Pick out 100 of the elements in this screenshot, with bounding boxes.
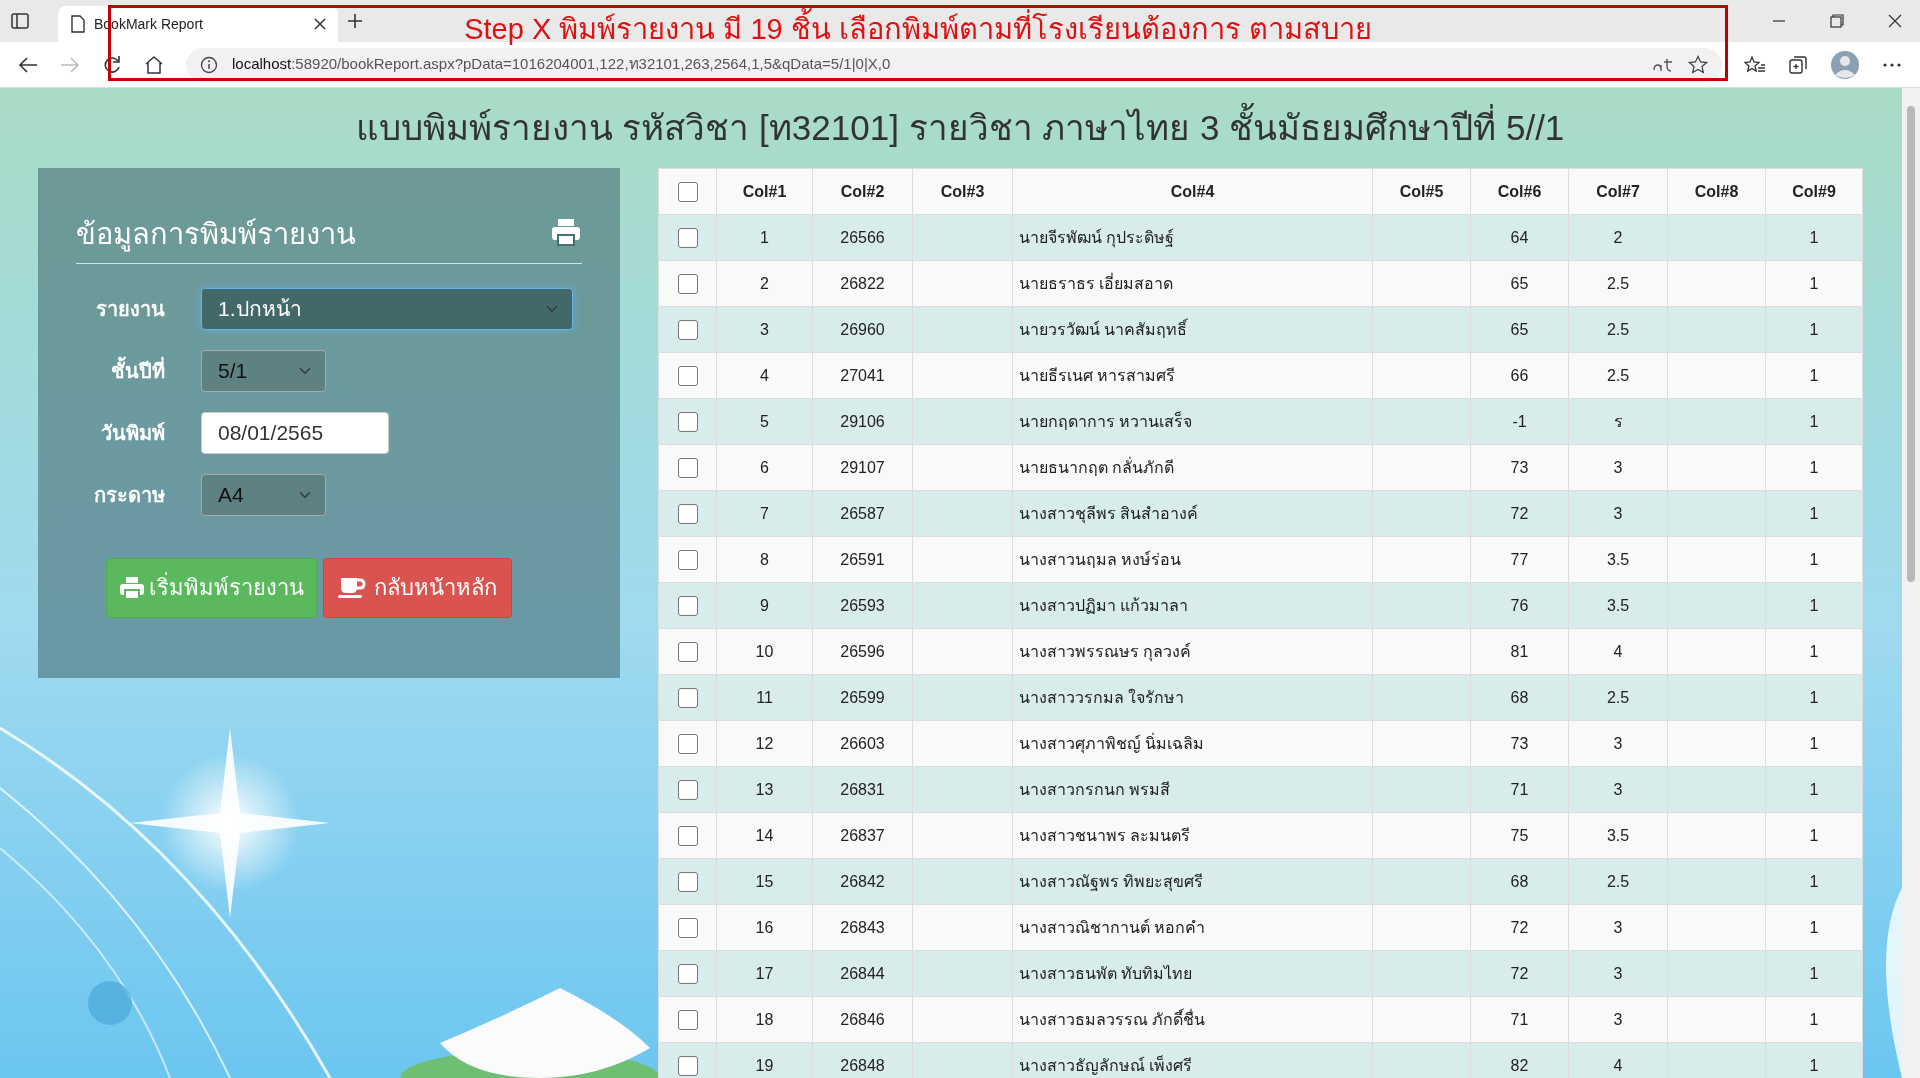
row-checkbox[interactable] — [677, 412, 698, 433]
table-cell: นางสาวพรรณษร กุลวงค์ — [1019, 642, 1192, 660]
table-cell: 26599 — [840, 688, 885, 706]
table-cell: 26596 — [840, 642, 885, 660]
back-icon[interactable] — [18, 55, 38, 74]
table-cell: 1 — [1809, 274, 1819, 292]
row-checkbox[interactable] — [677, 1010, 698, 1031]
table-cell: 2.5 — [1606, 274, 1630, 292]
table-cell: 1 — [1809, 688, 1819, 706]
panel-title: ข้อมูลการพิมพ์รายงาน — [76, 217, 356, 254]
table-cell: 66 — [1510, 366, 1529, 384]
close-icon[interactable] — [1888, 14, 1902, 28]
table-cell: นางสาวธมลวรรณ ภักดี์ชื่น — [1019, 1010, 1206, 1028]
table-cell: 3 — [1613, 780, 1623, 798]
more-icon[interactable] — [1882, 61, 1902, 68]
table-cell: 9 — [760, 596, 769, 614]
info-icon — [200, 55, 218, 74]
table-cell: 12 — [755, 734, 774, 752]
table-cell: 14 — [755, 826, 774, 844]
table-cell: 26842 — [840, 872, 885, 890]
table-cell: 81 — [1510, 642, 1529, 660]
table-cell: 1 — [1809, 642, 1819, 660]
table-cell: 7 — [760, 504, 769, 522]
favorites-icon[interactable] — [1744, 54, 1766, 75]
sidebar-icon[interactable] — [10, 11, 30, 31]
row-checkbox[interactable] — [677, 826, 698, 847]
scrollbar[interactable] — [1902, 88, 1920, 1078]
row-checkbox[interactable] — [677, 918, 698, 939]
table-cell: 1 — [760, 228, 769, 246]
table-cell: 26566 — [840, 228, 885, 246]
table-cell: 76 — [1510, 596, 1529, 614]
plus-icon[interactable] — [346, 12, 364, 30]
table-cell: นางสาววรกมล ใจรักษา — [1019, 688, 1185, 706]
table-cell: 1 — [1809, 366, 1819, 384]
row-checkbox[interactable] — [677, 228, 698, 249]
table-cell: 10 — [755, 642, 774, 660]
table-cell: 26846 — [840, 1010, 885, 1028]
scrollbar-thumb[interactable] — [1907, 106, 1915, 582]
row-checkbox[interactable] — [677, 366, 698, 387]
table-cell: 3 — [760, 320, 769, 338]
table-cell: 26593 — [840, 596, 885, 614]
table-cell: 26587 — [840, 504, 885, 522]
column-header: Col#6 — [1470, 168, 1569, 215]
row-checkbox[interactable] — [677, 734, 698, 755]
table-cell: 3.5 — [1606, 550, 1630, 568]
table-cell: 26831 — [840, 780, 885, 798]
table-cell: 6 — [760, 458, 769, 476]
close-icon[interactable] — [314, 18, 326, 30]
annotation-text: Step X พิมพ์รายงาน มี 19 ชิ้น เลือกพิมพ์ตามที่โรงเรียนต้องการ ตามสบาย — [464, 8, 1372, 50]
field-label: ชั้นปีที่ — [76, 355, 201, 386]
table-cell: นางสาวกรกนก พรมสี — [1019, 780, 1171, 798]
collections-icon[interactable] — [1788, 54, 1808, 75]
refresh-icon[interactable] — [102, 54, 122, 75]
row-checkbox[interactable] — [677, 274, 698, 295]
select-all-checkbox[interactable] — [677, 182, 698, 203]
row-checkbox[interactable] — [677, 458, 698, 479]
row-checkbox[interactable] — [677, 320, 698, 341]
table-cell: 72 — [1510, 918, 1529, 936]
page-icon — [70, 15, 86, 33]
table-cell: 2 — [760, 274, 769, 292]
table-cell: 3 — [1613, 504, 1623, 522]
row-checkbox[interactable] — [677, 780, 698, 801]
table-cell: นายกฤดาการ หวานเสร็จ — [1019, 412, 1193, 430]
table-cell: 1 — [1809, 872, 1819, 890]
field-label: กระดาษ — [93, 482, 166, 508]
table-cell: 18 — [755, 1010, 774, 1028]
table-cell: 26848 — [840, 1056, 885, 1074]
printer-icon — [550, 216, 582, 247]
row-checkbox[interactable] — [677, 642, 698, 663]
star-icon[interactable] — [1688, 54, 1708, 75]
row-checkbox[interactable] — [677, 596, 698, 617]
table-cell: 27041 — [840, 366, 885, 384]
row-checkbox[interactable] — [677, 1056, 698, 1077]
table-cell: 26822 — [840, 274, 885, 292]
row-checkbox[interactable] — [677, 872, 698, 893]
table-cell: 2.5 — [1606, 872, 1630, 890]
dropdown-field[interactable]: 1.ปกหน้า — [201, 287, 573, 330]
row-checkbox[interactable] — [677, 688, 698, 709]
table-cell: 1 — [1809, 504, 1819, 522]
date-field[interactable]: 08/01/2565 — [201, 411, 389, 454]
table-cell: 26843 — [840, 918, 885, 936]
table-cell: 16 — [755, 918, 774, 936]
avatar-icon[interactable] — [1830, 49, 1860, 80]
table-cell: 1 — [1809, 412, 1819, 430]
home-icon[interactable] — [144, 54, 164, 75]
row-checkbox[interactable] — [677, 504, 698, 525]
table-cell: 8 — [760, 550, 769, 568]
home-button[interactable]: กลับหน้าหลัก — [323, 557, 512, 618]
table-cell: 17 — [755, 964, 774, 982]
row-checkbox[interactable] — [677, 964, 698, 985]
table-cell: 71 — [1510, 780, 1529, 798]
dropdown-field[interactable]: A4 — [201, 473, 326, 516]
dropdown-field[interactable]: 5/1 — [201, 349, 326, 392]
table-cell: นางสาวณิชากานต์ หอกคำ — [1019, 918, 1206, 936]
table-cell: 82 — [1510, 1056, 1529, 1074]
table-cell: 1 — [1809, 964, 1819, 982]
restore-icon[interactable] — [1830, 14, 1844, 28]
table-cell: นายธราธร เอี่ยมสอาด — [1019, 274, 1174, 292]
table-cell: 3 — [1613, 734, 1623, 752]
row-checkbox[interactable] — [677, 550, 698, 571]
